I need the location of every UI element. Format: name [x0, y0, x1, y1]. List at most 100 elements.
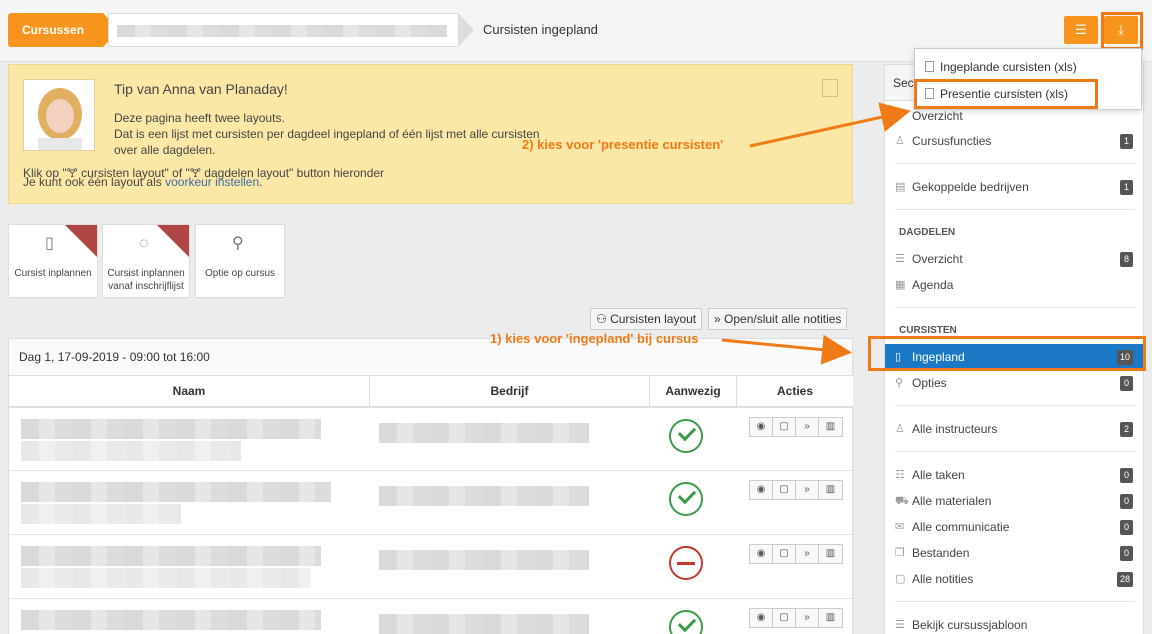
eye-icon[interactable]: ◉ — [750, 481, 773, 499]
row-actions: ◉ ▢» ▥ — [749, 480, 843, 500]
chevrons-icon[interactable]: » — [796, 481, 819, 499]
sidebar-item-instructeurs[interactable]: ♙ Alle instructeurs 2 — [885, 416, 1143, 442]
count-badge: 0 — [1120, 494, 1133, 509]
user-icon: ♙ — [895, 135, 905, 147]
sidebar-item-communicatie[interactable]: ✉ Alle communicatie 0 — [885, 514, 1143, 540]
breadcrumb-course[interactable] — [108, 13, 474, 47]
table-row[interactable]: ◉ ▢» ▥ — [9, 472, 852, 535]
column-aanwezig[interactable]: Aanwezig — [650, 376, 737, 408]
count-badge: 1 — [1120, 134, 1133, 149]
preference-link[interactable]: voorkeur instellen — [165, 175, 259, 189]
day-header: Dag 1, 17-09-2019 - 09:00 tot 16:00 — [9, 339, 852, 376]
list-icon: ☰ — [895, 253, 905, 265]
tip-line: Deze pagina heeft twee layouts. — [114, 111, 285, 125]
trash-icon[interactable]: ▥ — [819, 418, 842, 436]
divider — [895, 601, 1135, 602]
name-cell — [21, 546, 361, 590]
column-bedrijf[interactable]: Bedrijf — [370, 376, 650, 408]
note-icon[interactable]: ▢ — [773, 545, 796, 563]
eye-icon[interactable]: ◉ — [750, 609, 773, 627]
count-badge: 0 — [1120, 520, 1133, 535]
table-row[interactable]: ◉ ▢» ▥ — [9, 600, 852, 634]
eye-icon[interactable]: ◉ — [750, 545, 773, 563]
dropdown-item-ingeplande[interactable]: Ingeplande cursisten (xls) — [925, 60, 1077, 74]
tasks-icon: ☷ — [895, 469, 905, 481]
sidebar-item-opties[interactable]: ⚲ Opties 0 — [885, 370, 1143, 396]
avatar — [23, 79, 95, 151]
sidebar-item-cursussjabloon[interactable]: ☰ Bekijk cursussjabloon — [885, 612, 1143, 634]
note-icon: ▢ — [895, 573, 906, 585]
sidebar-item-cursusfuncties[interactable]: ♙ Cursusfuncties 1 — [885, 128, 1143, 154]
breadcrumb-home[interactable]: Cursussen — [8, 13, 119, 47]
mail-icon: ✉ — [895, 521, 905, 533]
trash-icon[interactable] — [822, 79, 838, 97]
table-row[interactable]: ◉ ▢» ▥ — [9, 536, 852, 599]
divider — [895, 209, 1135, 210]
trash-icon[interactable]: ▥ — [819, 545, 842, 563]
row-actions: ◉ ▢» ▥ — [749, 417, 843, 437]
page-title: Cursisten ingepland — [483, 22, 598, 37]
pin-icon: ⚲ — [232, 235, 244, 252]
annotation-step2: 2) kies voor 'presentie cursisten' — [522, 137, 724, 152]
column-acties: Acties — [737, 376, 853, 408]
highlight-presentie — [914, 79, 1098, 109]
lightbulb-icon: ◌ — [139, 235, 149, 252]
count-badge: 28 — [1116, 572, 1133, 587]
trash-icon[interactable]: ▥ — [819, 481, 842, 499]
tile-cursist-inschrijflijst[interactable]: ◌ Cursist inplannen vanaf inschrijflijst — [102, 224, 190, 298]
divider — [895, 307, 1135, 308]
highlight-ingepland — [868, 336, 1146, 371]
cursisten-layout-button[interactable]: ⚇ Cursisten layout — [590, 308, 703, 330]
sidebar-item-agenda[interactable]: ▦ Agenda — [885, 272, 1143, 298]
tip-line: over alle dagdelen. — [114, 143, 216, 157]
chevrons-icon[interactable]: » — [796, 418, 819, 436]
section-cursisten: CURSISTEN — [899, 325, 957, 336]
present-check-icon[interactable] — [669, 482, 703, 516]
chart-icon: ▤ — [895, 181, 906, 193]
pin-icon: ⚲ — [895, 377, 904, 389]
divider — [895, 163, 1135, 164]
tile-cursist-inplannen[interactable]: ▯ Cursist inplannen — [8, 224, 98, 298]
chevrons-icon[interactable]: » — [796, 609, 819, 627]
divider — [895, 405, 1135, 406]
corner-ribbon — [65, 225, 97, 257]
eye-icon[interactable]: ◉ — [750, 418, 773, 436]
column-naam[interactable]: Naam — [9, 376, 370, 408]
sidebar-item-bestanden[interactable]: ❐ Bestanden 0 — [885, 540, 1143, 566]
toggle-notes-button[interactable]: » Open/sluit alle notities — [708, 308, 848, 330]
tip-line: Je kunt ook één layout als voorkeur inst… — [23, 175, 263, 189]
sidebar-item-dagdelen-overzicht[interactable]: ☰ Overzicht 8 — [885, 246, 1143, 272]
trash-icon[interactable]: ▥ — [819, 609, 842, 627]
highlight-export — [1101, 12, 1143, 50]
row-actions: ◉ ▢» ▥ — [749, 608, 843, 628]
sidebar-item-bedrijven[interactable]: ▤ Gekoppelde bedrijven 1 — [885, 174, 1143, 200]
count-badge: 0 — [1120, 376, 1133, 391]
tile-optie-cursus[interactable]: ⚲ Optie op cursus — [195, 224, 285, 298]
chevrons-icon[interactable]: » — [796, 545, 819, 563]
table-row[interactable]: ◉ ▢» ▥ — [9, 409, 852, 471]
section-dagdelen: DAGDELEN — [899, 227, 956, 238]
present-check-icon[interactable] — [669, 419, 703, 453]
row-actions: ◉ ▢» ▥ — [749, 544, 843, 564]
annotation-step1: 1) kies voor 'ingepland' bij cursus — [490, 331, 699, 346]
note-icon[interactable]: ▢ — [773, 609, 796, 627]
template-icon: ☰ — [895, 619, 905, 631]
redacted-course-name — [117, 25, 447, 37]
tip-title: Tip van Anna van Planaday! — [114, 81, 288, 97]
note-icon[interactable]: ▢ — [773, 481, 796, 499]
corner-ribbon — [157, 225, 189, 257]
count-badge: 2 — [1120, 422, 1133, 437]
sidebar-item-materialen[interactable]: ⛟ Alle materialen 0 — [885, 488, 1143, 514]
filter-button[interactable]: ☰ — [1064, 16, 1098, 44]
tip-panel: Tip van Anna van Planaday! Deze pagina h… — [8, 64, 853, 204]
sidebar-item-notities[interactable]: ▢ Alle notities 28 — [885, 566, 1143, 592]
name-cell — [21, 482, 361, 526]
sidebar-item-taken[interactable]: ☷ Alle taken 0 — [885, 462, 1143, 488]
user-icon: ♙ — [895, 423, 905, 435]
file-icon — [925, 61, 934, 72]
note-icon[interactable]: ▢ — [773, 418, 796, 436]
count-badge: 0 — [1120, 468, 1133, 483]
absent-icon[interactable] — [669, 546, 703, 580]
present-check-icon[interactable] — [669, 610, 703, 634]
files-icon: ❐ — [895, 547, 905, 559]
